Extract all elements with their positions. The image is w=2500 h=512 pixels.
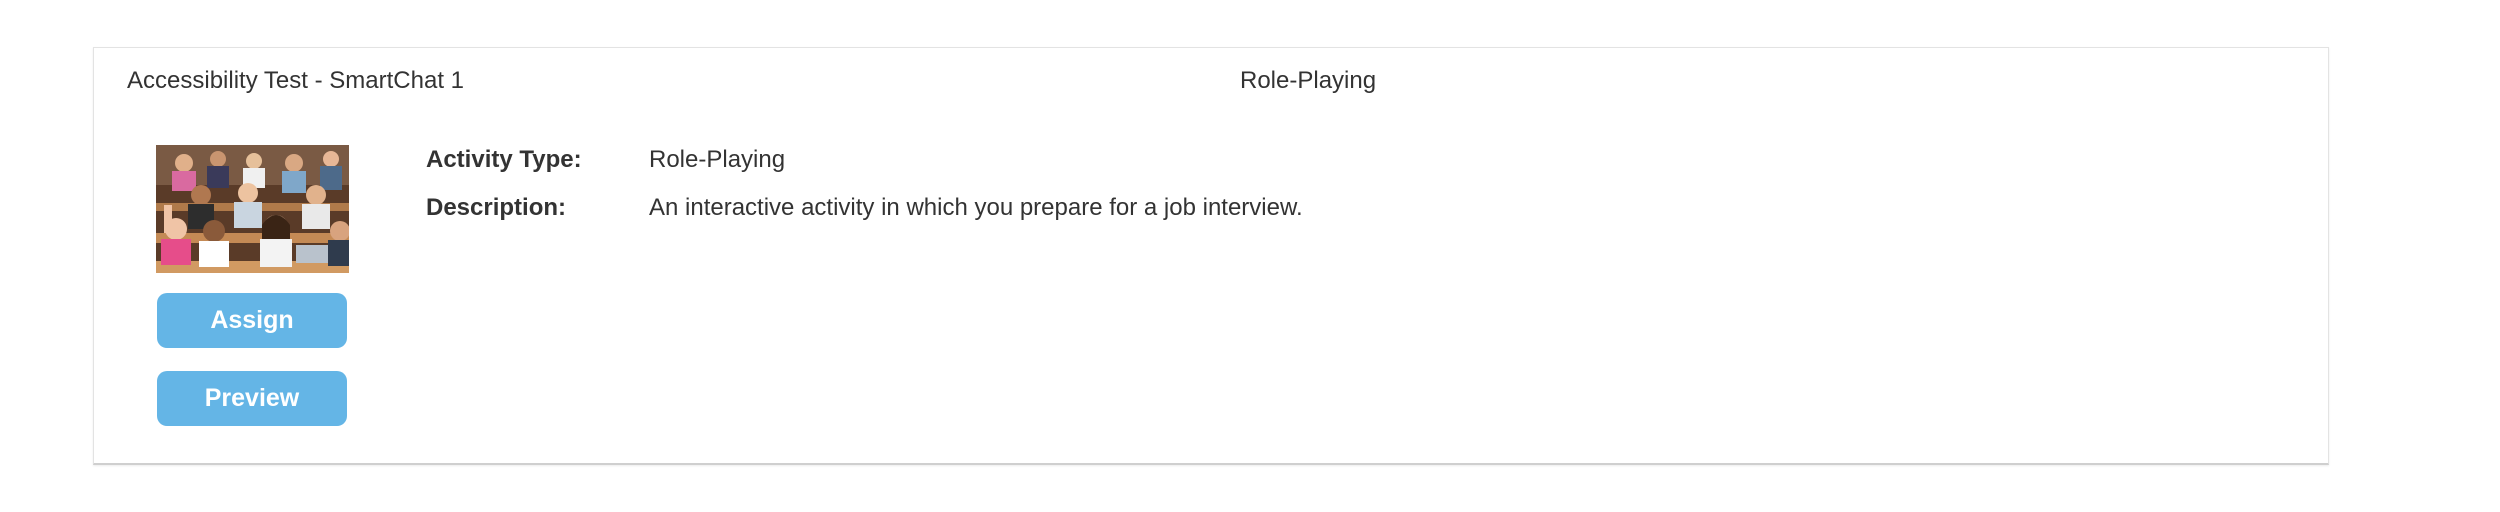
activity-type-heading: Role-Playing	[1240, 67, 1377, 94]
card-header: Accessibility Test - SmartChat 1 Role-Pl…	[94, 48, 2328, 118]
description-label: Description:	[426, 194, 567, 221]
activity-type-value: Role-Playing	[649, 146, 786, 173]
description-value: An interactive activity in which you pre…	[649, 194, 1303, 221]
activity-thumbnail-image	[156, 145, 349, 273]
activity-card: Accessibility Test - SmartChat 1 Role-Pl…	[93, 47, 2329, 465]
assign-button[interactable]: Assign	[157, 293, 347, 348]
activity-title: Accessibility Test - SmartChat 1	[127, 67, 464, 94]
preview-button[interactable]: Preview	[157, 371, 347, 426]
activity-type-label: Activity Type:	[426, 146, 582, 173]
